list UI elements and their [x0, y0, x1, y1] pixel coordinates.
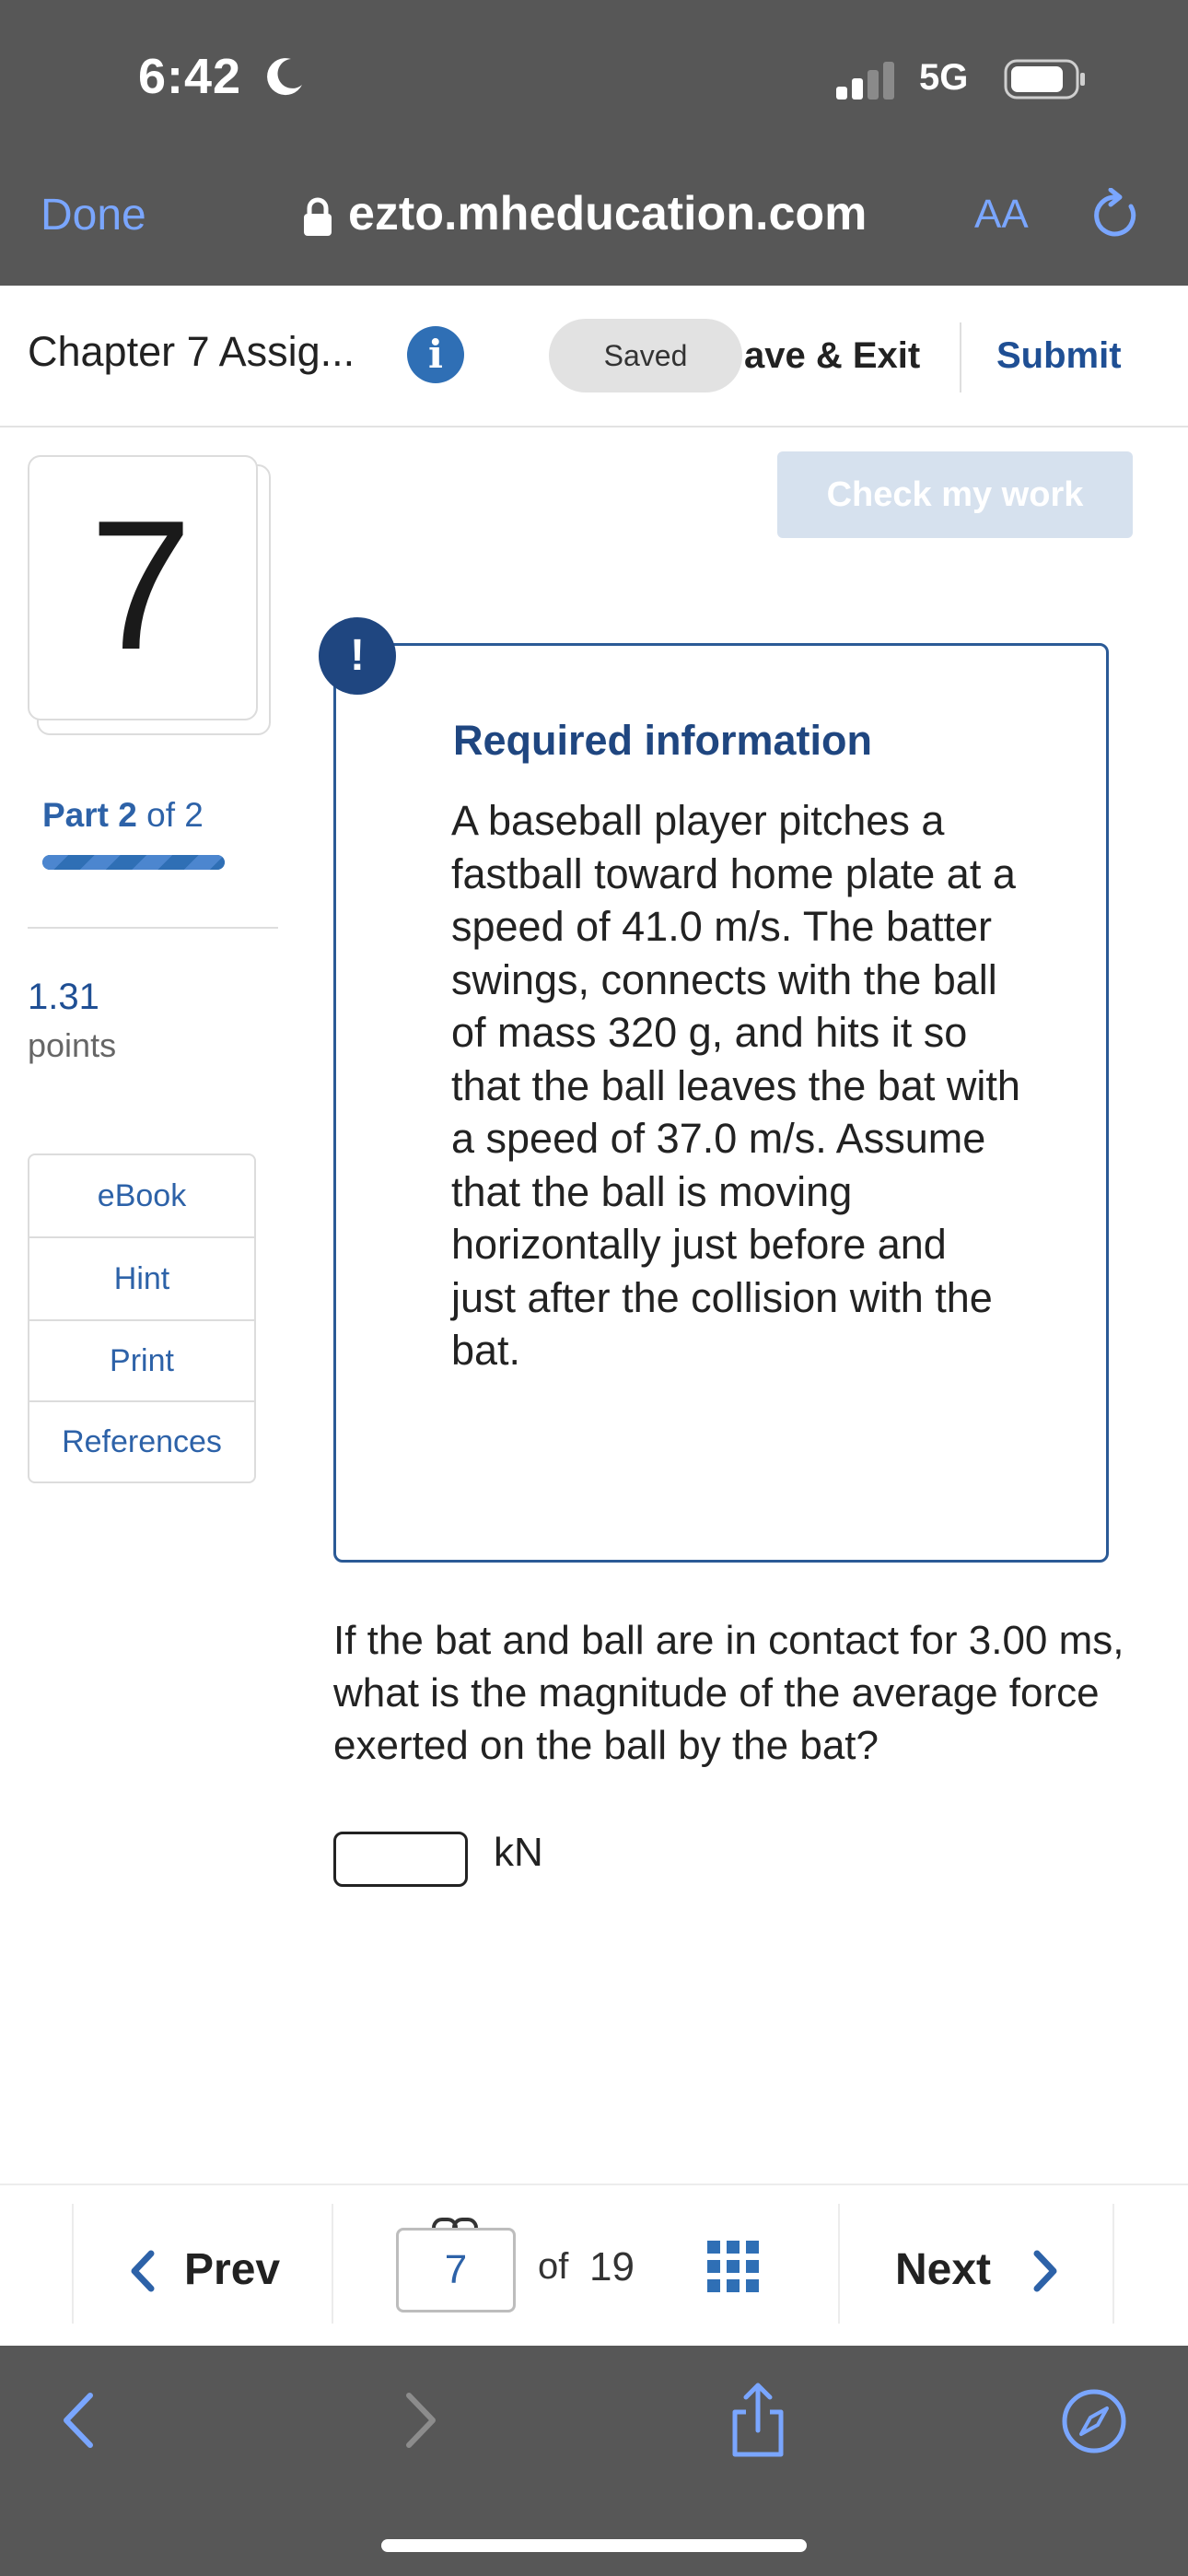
- pager-divider: [0, 2184, 1188, 2185]
- back-arrow-icon[interactable]: [57, 2390, 98, 2451]
- part-indicator: Part 2 of 2: [42, 796, 204, 835]
- chevron-left-icon[interactable]: [127, 2248, 158, 2294]
- current-page-box[interactable]: 7: [396, 2228, 516, 2313]
- text-size-button[interactable]: AA: [974, 192, 1029, 238]
- compass-icon[interactable]: [1061, 2388, 1127, 2454]
- done-button[interactable]: Done: [41, 190, 146, 240]
- part-total: of 2: [146, 796, 204, 834]
- resources-panel: eBook Hint Print References: [28, 1153, 256, 1483]
- answer-unit: kN: [494, 1830, 543, 1875]
- question-text: If the bat and ball are in contact for 3…: [333, 1618, 1124, 1768]
- status-time: 6:42: [138, 49, 242, 104]
- points-label: points: [28, 1026, 117, 1064]
- required-info-text: A baseball player pitches a fastball tow…: [451, 797, 1020, 1374]
- pager-separator: [332, 2204, 333, 2324]
- chevron-right-icon[interactable]: [1030, 2248, 1061, 2294]
- points-value: 1.31: [28, 977, 99, 1017]
- prev-button[interactable]: Prev: [184, 2244, 280, 2295]
- grid-icon[interactable]: [707, 2241, 759, 2292]
- saved-badge: Saved: [549, 319, 742, 392]
- home-indicator: [381, 2539, 807, 2552]
- part-current: 2: [118, 796, 137, 834]
- share-icon[interactable]: [726, 2381, 790, 2458]
- next-button[interactable]: Next: [895, 2244, 991, 2295]
- answer-input[interactable]: [333, 1832, 468, 1887]
- battery-icon: [1004, 59, 1085, 100]
- moon-icon: [267, 58, 302, 96]
- required-info-title: Required information: [453, 717, 873, 764]
- submit-button[interactable]: Submit: [996, 335, 1122, 377]
- pager-separator: [72, 2204, 74, 2324]
- network-label: 5G: [919, 57, 969, 98]
- assignment-title: Chapter 7 Assig...: [28, 328, 355, 375]
- address-bar[interactable]: ezto.mheducation.com: [348, 186, 867, 241]
- print-button[interactable]: Print: [29, 1321, 254, 1402]
- pager-separator: [1112, 2204, 1114, 2324]
- alert-icon: !: [319, 617, 396, 695]
- check-my-work-button[interactable]: Check my work: [777, 451, 1133, 538]
- ebook-button[interactable]: eBook: [29, 1155, 254, 1238]
- sidebar-divider: [28, 927, 278, 929]
- forward-arrow-icon[interactable]: [402, 2390, 442, 2451]
- page-of-label: of: [538, 2246, 569, 2287]
- question-number: 7: [89, 483, 192, 688]
- reload-icon[interactable]: [1090, 188, 1142, 241]
- save-exit-button[interactable]: ave & Exit: [744, 335, 920, 377]
- pager-separator: [838, 2204, 840, 2324]
- header-divider: [960, 322, 961, 392]
- part-progress-fill: [42, 855, 225, 870]
- browser-top-bar: [0, 0, 1188, 286]
- page-total: 19: [589, 2244, 635, 2289]
- info-icon[interactable]: i: [407, 326, 464, 383]
- hint-button[interactable]: Hint: [29, 1238, 254, 1321]
- part-word: Part: [42, 796, 109, 834]
- lock-icon: [304, 197, 332, 236]
- signal-icon: [836, 62, 894, 100]
- references-button[interactable]: References: [29, 1402, 254, 1481]
- part-progress-bar: [42, 855, 225, 870]
